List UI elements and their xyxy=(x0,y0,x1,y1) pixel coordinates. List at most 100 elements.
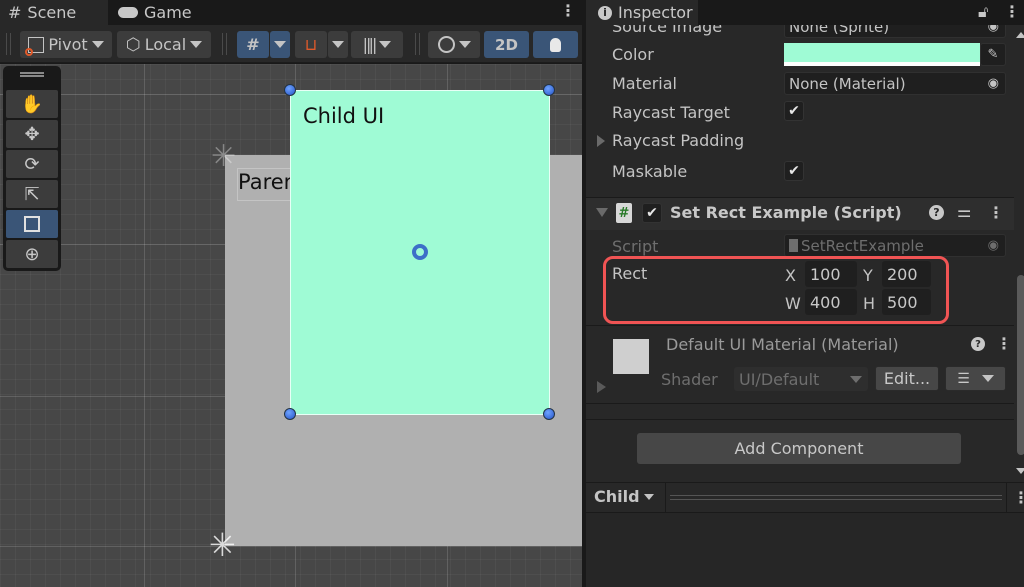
grid-snap-dropdown[interactable] xyxy=(270,31,290,58)
script-field: SetRectExample ◉ xyxy=(784,234,1006,257)
grid-hash-icon: # xyxy=(8,3,22,22)
resize-handle-bottom-right[interactable] xyxy=(543,408,555,420)
scene-tab-bar: # Scene Game ⋮ xyxy=(0,0,582,25)
rect-w-label[interactable]: W xyxy=(785,294,801,313)
magnet-snap-icon: ⊔ xyxy=(304,35,318,54)
shader-options-dropdown[interactable]: ☰ xyxy=(945,366,1006,391)
tab-inspector[interactable]: i Inspector xyxy=(586,0,698,25)
edit-shader-button[interactable]: Edit... xyxy=(875,366,939,391)
object-picker-icon[interactable]: ◉ xyxy=(988,25,999,34)
material-menu-icon[interactable]: ⋮ xyxy=(996,336,1012,352)
toolbar-grip[interactable] xyxy=(6,33,11,55)
divider xyxy=(586,403,1014,404)
chevron-down-icon xyxy=(332,41,344,48)
2d-mode-toggle[interactable]: 2D xyxy=(484,31,529,58)
chevron-down-icon xyxy=(190,41,203,48)
rect-x-label[interactable]: X xyxy=(785,266,796,285)
foldout-arrow-icon[interactable] xyxy=(597,381,606,393)
shader-dropdown[interactable]: UI/Default xyxy=(734,367,868,391)
tool-palette: ✋ ✥ ⟳ ⇱ ⊕ xyxy=(3,66,61,271)
pivot-handle[interactable] xyxy=(412,244,428,260)
tab-game[interactable]: Game xyxy=(110,0,210,25)
scale-tool[interactable]: ⇱ xyxy=(6,180,58,208)
rect-h-label[interactable]: H xyxy=(863,294,875,313)
toolbar-grip[interactable] xyxy=(415,33,420,55)
increment-snap-dropdown[interactable] xyxy=(328,31,348,58)
pivot-dropdown[interactable]: Pivot xyxy=(20,31,112,58)
ruler-ticks-icon: |‖| xyxy=(362,35,378,54)
move-tool[interactable]: ✥ xyxy=(6,120,58,148)
divider xyxy=(586,419,1014,420)
scroll-down-icon[interactable] xyxy=(1016,468,1024,474)
raycast-target-checkbox[interactable]: ✔ xyxy=(784,101,804,121)
scene-more-menu-icon[interactable]: ⋮ xyxy=(560,3,576,19)
anchor-icon[interactable]: ✳ xyxy=(209,529,236,561)
rect-y-label[interactable]: Y xyxy=(863,266,873,285)
move-arrows-icon: ✥ xyxy=(24,123,40,145)
rect-h-field[interactable]: 500 xyxy=(882,289,931,315)
chevron-down-icon xyxy=(379,41,392,48)
add-component-button[interactable]: Add Component xyxy=(637,433,961,464)
chevron-down-icon xyxy=(643,493,654,500)
maskable-checkbox[interactable]: ✔ xyxy=(784,161,804,181)
inspector-scroll-thumb[interactable] xyxy=(1017,275,1024,455)
presets-icon[interactable]: ⚌ xyxy=(957,202,971,221)
help-icon[interactable]: ? xyxy=(971,337,985,351)
inspector-panel: i Inspector 🔓︎ ⋮ Source Image None (Spri… xyxy=(584,0,1024,587)
lock-icon[interactable]: 🔓︎ xyxy=(978,2,988,22)
resize-handle-top-right[interactable] xyxy=(543,84,555,96)
inspector-more-icon[interactable]: ⋮ xyxy=(1004,4,1020,20)
component-menu-icon[interactable]: ⋮ xyxy=(988,205,1004,221)
material-title: Default UI Material (Material) xyxy=(666,335,899,354)
help-icon[interactable]: ? xyxy=(929,205,944,220)
draw-mode-dropdown[interactable] xyxy=(428,31,480,58)
lightbulb-icon xyxy=(550,37,561,52)
palette-drag-handle[interactable] xyxy=(20,72,44,77)
foldout-arrow-icon[interactable] xyxy=(597,135,605,147)
resize-handle-top-left[interactable] xyxy=(284,84,296,96)
chevron-down-icon xyxy=(850,376,862,383)
preview-menu-icon[interactable]: ⋮ xyxy=(1013,490,1024,506)
rect-x-field[interactable]: 100 xyxy=(805,261,857,287)
source-image-field[interactable]: None (Sprite) ◉ xyxy=(784,25,1006,38)
material-field[interactable]: None (Material) ◉ xyxy=(784,72,1006,95)
gamepad-icon xyxy=(118,7,138,18)
scroll-up-icon[interactable] xyxy=(1016,32,1024,38)
scene-viewport[interactable]: Parent UI Child UI ✳ ✳ xyxy=(0,64,582,587)
raycast-padding-label[interactable]: Raycast Padding xyxy=(612,131,744,150)
hand-icon: ✋ xyxy=(20,93,44,115)
resize-handle-bottom-left[interactable] xyxy=(284,408,296,420)
toolbar-grip[interactable] xyxy=(222,33,227,55)
grid-line xyxy=(144,64,145,587)
color-label: Color xyxy=(612,45,654,64)
chevron-down-icon xyxy=(458,41,471,48)
preview-area xyxy=(586,513,1024,587)
scale-icon: ⇱ xyxy=(24,183,40,205)
rect-y-field[interactable]: 200 xyxy=(882,261,931,287)
rect-tool[interactable] xyxy=(6,210,58,238)
foldout-arrow-icon[interactable] xyxy=(596,208,608,217)
rotate-tool[interactable]: ⟳ xyxy=(6,150,58,178)
preview-resize-handle[interactable] xyxy=(670,495,1002,500)
shading-circle-icon xyxy=(437,36,455,53)
local-dropdown[interactable]: ⬡ Local xyxy=(117,31,211,58)
grid-snap-button[interactable]: # xyxy=(237,31,269,58)
increment-snap-button[interactable]: ⊔ xyxy=(295,31,327,58)
tab-scene[interactable]: # Scene xyxy=(0,0,108,25)
increment-dropdown[interactable]: |‖| xyxy=(351,31,403,58)
script-enabled-checkbox[interactable]: ✔ xyxy=(642,203,662,223)
rect-label: Rect xyxy=(612,264,648,283)
view-tool[interactable]: ✋ xyxy=(6,90,58,118)
color-swatch[interactable] xyxy=(784,43,980,66)
anchor-icon[interactable]: ✳ xyxy=(211,142,236,172)
child-ui-label[interactable]: Child UI xyxy=(303,104,384,128)
shader-label: Shader xyxy=(661,370,718,389)
chevron-down-icon xyxy=(981,375,994,382)
rect-w-field[interactable]: 400 xyxy=(805,289,857,315)
object-picker-icon[interactable]: ◉ xyxy=(988,76,999,91)
cube-icon: ⬡ xyxy=(125,34,141,55)
transform-tool[interactable]: ⊕ xyxy=(6,240,58,268)
preview-object-dropdown[interactable]: Child xyxy=(594,487,654,506)
lighting-toggle[interactable] xyxy=(533,31,578,58)
eyedropper-button[interactable]: ✎ xyxy=(980,43,1006,66)
